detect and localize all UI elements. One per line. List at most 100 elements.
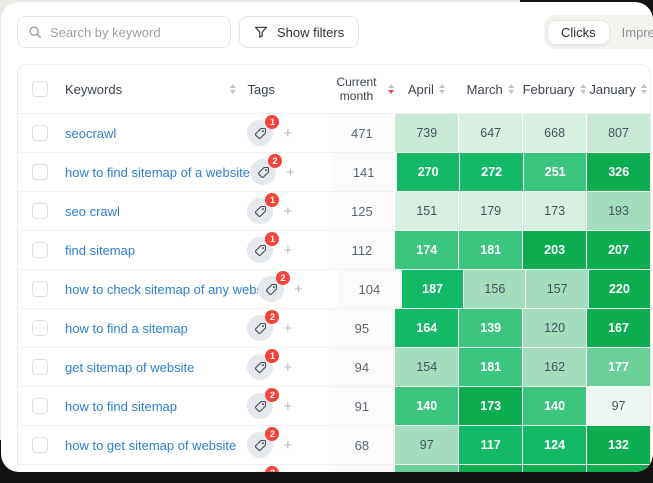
tag-count-badge: 1 (265, 349, 279, 363)
heatmap-cell: 174 (394, 231, 458, 269)
column-header-march[interactable]: March (458, 82, 522, 97)
add-tag-button[interactable]: + (294, 282, 303, 297)
keyword-link[interactable]: get sitemap of website (65, 360, 194, 375)
table-row: how to find sitemap 2 + 91 14017314097 (18, 387, 650, 426)
keyword-link[interactable]: how to find a sitemap (65, 321, 188, 336)
row-checkbox[interactable] (32, 203, 48, 219)
current-month-value: 471 (351, 126, 373, 141)
tag-count-badge: 2 (268, 154, 282, 168)
tag-button[interactable]: 2 (250, 159, 276, 185)
heatmap-cell: 193 (586, 192, 650, 230)
current-month-value: 95 (355, 321, 369, 336)
toolbar: Search by keyword Show filters Clicks Im… (17, 15, 653, 49)
heatmap-cell (458, 465, 522, 472)
current-month-value: 91 (355, 399, 369, 414)
keyword-link[interactable]: how to check sitemap of any website (65, 282, 258, 297)
tag-button[interactable]: 1 (247, 198, 273, 224)
toggle-impressions[interactable]: Impressions (610, 21, 653, 44)
heatmap-cell: 154 (394, 348, 458, 386)
table-row: find sitemap 1 + 112 174181203207 (18, 231, 650, 270)
table-row: how to find sitemap of a website 2 + 141… (18, 153, 650, 192)
tags-cell: 2 + (247, 465, 329, 472)
show-filters-label: Show filters (277, 25, 344, 40)
current-month-cell: 141 (331, 153, 395, 191)
search-icon (28, 25, 42, 39)
tags-cell: 2 + (247, 426, 329, 464)
heatmap-cell: 270 (396, 153, 460, 191)
row-checkbox[interactable] (32, 437, 48, 453)
heatmap-cell: 156 (463, 270, 525, 308)
add-tag-button[interactable]: + (286, 165, 295, 180)
keyword-link[interactable]: seo crawl (65, 204, 120, 219)
keyword-cell: get sitemap of website (18, 348, 247, 386)
keyword-link[interactable]: how to find sitemap of a website (65, 165, 250, 180)
tag-button[interactable]: 2 (247, 315, 273, 341)
heatmap-cell: 117 (458, 426, 522, 464)
current-month-cell: 125 (329, 192, 394, 230)
keyword-link[interactable]: how to find sitemap (65, 399, 177, 414)
table-row: seocrawl 1 + 471 739647668807 (18, 114, 650, 153)
show-filters-button[interactable]: Show filters (239, 16, 359, 48)
heatmap-cell: 132 (586, 426, 650, 464)
column-header-current-month[interactable]: Current month (330, 75, 395, 104)
tag-button[interactable]: 1 (247, 120, 273, 146)
column-header-april[interactable]: April (394, 82, 458, 97)
heatmap-cell: 164 (394, 309, 458, 347)
sort-icon[interactable] (508, 84, 514, 94)
tags-cell: 2 + (247, 309, 329, 347)
tag-button[interactable]: 2 (258, 276, 284, 302)
current-month-value: 112 (352, 243, 373, 258)
tag-button[interactable]: 1 (247, 354, 273, 380)
column-header-february[interactable]: February (522, 82, 586, 97)
sort-icon[interactable] (230, 84, 236, 94)
heatmap-cell: 97 (394, 426, 458, 464)
current-month-value: 125 (351, 204, 373, 219)
add-tag-button[interactable]: + (283, 399, 292, 414)
heatmap-cell: 203 (522, 231, 586, 269)
keyword-link[interactable]: how to get sitemap of website (65, 438, 236, 453)
add-tag-button[interactable]: + (283, 438, 292, 453)
tag-button[interactable]: 1 (247, 237, 273, 263)
keyword-cell: how to find a sitemap (18, 309, 247, 347)
add-tag-button[interactable]: + (283, 126, 292, 141)
heatmap-cell (394, 465, 458, 472)
keyword-cell: how to get sitemap of website (18, 426, 247, 464)
add-tag-button[interactable]: + (283, 204, 292, 219)
toggle-clicks[interactable]: Clicks (547, 20, 610, 45)
keyword-cell: how to check sitemap of any website (18, 270, 258, 308)
tag-button[interactable]: 2 (247, 393, 273, 419)
row-checkbox[interactable] (32, 281, 48, 297)
heatmap-cell: 207 (586, 231, 650, 269)
keyword-link[interactable]: seocrawl (65, 126, 116, 141)
row-checkbox[interactable] (32, 320, 48, 336)
sort-icon[interactable] (580, 84, 586, 94)
row-checkbox[interactable] (32, 398, 48, 414)
tag-button[interactable]: 2 (247, 432, 273, 458)
add-tag-button[interactable]: + (283, 243, 292, 258)
column-header-keywords[interactable]: Keywords (18, 81, 248, 97)
tags-cell: 2 + (250, 153, 331, 191)
february-header-label: February (523, 82, 575, 97)
column-header-january[interactable]: January (586, 82, 650, 97)
row-checkbox[interactable] (32, 125, 48, 141)
heatmap-cell: 647 (458, 114, 522, 152)
select-all-checkbox[interactable] (32, 81, 48, 97)
add-tag-button[interactable]: + (283, 321, 292, 336)
sort-icon[interactable] (439, 84, 445, 94)
row-checkbox[interactable] (32, 242, 48, 258)
keyword-link[interactable]: find sitemap (65, 243, 135, 258)
heatmap-cell: 251 (523, 153, 587, 191)
sort-icon[interactable] (641, 84, 647, 94)
march-header-label: March (467, 82, 503, 97)
january-header-label: January (589, 82, 635, 97)
add-tag-button[interactable]: + (283, 360, 292, 375)
search-input[interactable]: Search by keyword (17, 16, 231, 48)
table-row: how to check sitemap of any website 2 + … (18, 270, 650, 309)
current-month-value: 68 (355, 438, 369, 453)
table-body: seocrawl 1 + 471 739647668807 how to fin… (18, 114, 650, 472)
row-checkbox[interactable] (32, 164, 48, 180)
tag-button[interactable]: 2 (247, 471, 273, 472)
tag-count-badge: 1 (265, 115, 279, 129)
row-checkbox[interactable] (32, 359, 48, 375)
tag-count-badge: 1 (265, 193, 279, 207)
